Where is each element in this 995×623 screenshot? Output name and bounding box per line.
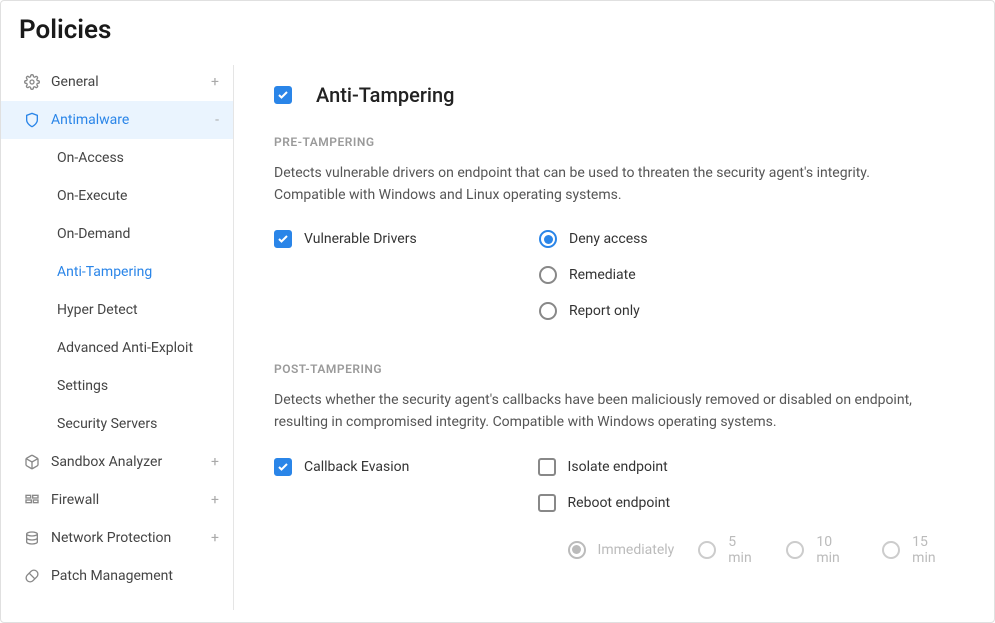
anti-tampering-checkbox[interactable] bbox=[274, 86, 292, 104]
pre-tampering-label: PRE-TAMPERING bbox=[274, 135, 954, 149]
sidebar-item-label: Sandbox Analyzer bbox=[51, 454, 162, 470]
radio-5min: 5 min bbox=[698, 534, 762, 566]
post-tampering-label: POST-TAMPERING bbox=[274, 362, 954, 376]
checkbox-input[interactable] bbox=[538, 494, 556, 512]
reboot-timing-options: Immediately 5 min 10 min 15 min bbox=[568, 534, 954, 566]
check-isolate-endpoint[interactable]: Isolate endpoint bbox=[538, 458, 954, 476]
sidebar-item-patch-management[interactable]: Patch Management bbox=[1, 557, 233, 595]
check-label: Reboot endpoint bbox=[568, 495, 671, 511]
radio-deny-access[interactable]: Deny access bbox=[539, 230, 648, 248]
radio-label: Deny access bbox=[569, 231, 648, 247]
radio-label: 10 min bbox=[816, 534, 858, 566]
vulnerable-drivers-label: Vulnerable Drivers bbox=[304, 231, 417, 247]
radio-input bbox=[882, 541, 900, 559]
sidebar-sub-settings[interactable]: Settings bbox=[1, 367, 233, 405]
check-label: Isolate endpoint bbox=[568, 459, 668, 475]
sidebar-sub-on-access[interactable]: On-Access bbox=[1, 139, 233, 177]
gear-icon bbox=[23, 73, 41, 91]
sidebar-item-label: Antimalware bbox=[51, 112, 129, 128]
sidebar-item-label: General bbox=[51, 74, 99, 90]
radio-input bbox=[786, 541, 804, 559]
callback-evasion-label: Callback Evasion bbox=[304, 459, 409, 475]
network-icon bbox=[23, 529, 41, 547]
radio-input[interactable] bbox=[539, 266, 557, 284]
sidebar-sub-hyper-detect[interactable]: Hyper Detect bbox=[1, 291, 233, 329]
radio-label: Immediately bbox=[598, 542, 675, 558]
sidebar-item-sandbox-analyzer[interactable]: Sandbox Analyzer + bbox=[1, 443, 233, 481]
firewall-icon bbox=[23, 491, 41, 509]
patch-icon bbox=[23, 567, 41, 585]
sidebar-item-label: Network Protection bbox=[51, 530, 171, 546]
sidebar-sub-advanced-anti-exploit[interactable]: Advanced Anti-Exploit bbox=[1, 329, 233, 367]
radio-input[interactable] bbox=[539, 230, 557, 248]
radio-label: 15 min bbox=[912, 534, 954, 566]
radio-label: Report only bbox=[569, 303, 640, 319]
radio-15min: 15 min bbox=[882, 534, 954, 566]
callback-evasion-checkbox[interactable] bbox=[274, 458, 292, 476]
main-content: Anti-Tampering PRE-TAMPERING Detects vul… bbox=[234, 53, 994, 622]
radio-remediate[interactable]: Remediate bbox=[539, 266, 648, 284]
sidebar-sub-security-servers[interactable]: Security Servers bbox=[1, 405, 233, 443]
page-title: Policies bbox=[19, 15, 976, 45]
expand-icon[interactable]: + bbox=[211, 530, 219, 546]
sidebar-sub-anti-tampering[interactable]: Anti-Tampering bbox=[1, 253, 233, 291]
radio-label: Remediate bbox=[569, 267, 636, 283]
radio-10min: 10 min bbox=[786, 534, 858, 566]
radio-immediately: Immediately bbox=[568, 534, 675, 566]
collapse-icon[interactable]: - bbox=[215, 112, 219, 128]
sidebar-item-antimalware[interactable]: Antimalware - bbox=[1, 101, 233, 139]
post-tampering-desc: Detects whether the security agent's cal… bbox=[274, 390, 914, 433]
sidebar-item-label: Patch Management bbox=[51, 568, 173, 584]
sidebar-item-general[interactable]: General + bbox=[1, 63, 233, 101]
radio-report-only[interactable]: Report only bbox=[539, 302, 648, 320]
sidebar: General + Antimalware - On-Access On-Exe… bbox=[1, 53, 233, 622]
expand-icon[interactable]: + bbox=[211, 454, 219, 470]
main-title: Anti-Tampering bbox=[316, 83, 454, 107]
vulnerable-drivers-checkbox[interactable] bbox=[274, 230, 292, 248]
radio-label: 5 min bbox=[728, 534, 762, 566]
expand-icon[interactable]: + bbox=[211, 492, 219, 508]
sidebar-sub-on-demand[interactable]: On-Demand bbox=[1, 215, 233, 253]
sidebar-item-network-protection[interactable]: Network Protection + bbox=[1, 519, 233, 557]
radio-input bbox=[698, 541, 716, 559]
shield-icon bbox=[23, 111, 41, 129]
radio-input bbox=[568, 541, 586, 559]
radio-input[interactable] bbox=[539, 302, 557, 320]
pre-tampering-desc: Detects vulnerable drivers on endpoint t… bbox=[274, 163, 914, 206]
sidebar-item-firewall[interactable]: Firewall + bbox=[1, 481, 233, 519]
cube-icon bbox=[23, 453, 41, 471]
sidebar-item-label: Firewall bbox=[51, 492, 99, 508]
sidebar-sub-on-execute[interactable]: On-Execute bbox=[1, 177, 233, 215]
expand-icon[interactable]: + bbox=[211, 74, 219, 90]
checkbox-input[interactable] bbox=[538, 458, 556, 476]
check-reboot-endpoint[interactable]: Reboot endpoint bbox=[538, 494, 954, 512]
